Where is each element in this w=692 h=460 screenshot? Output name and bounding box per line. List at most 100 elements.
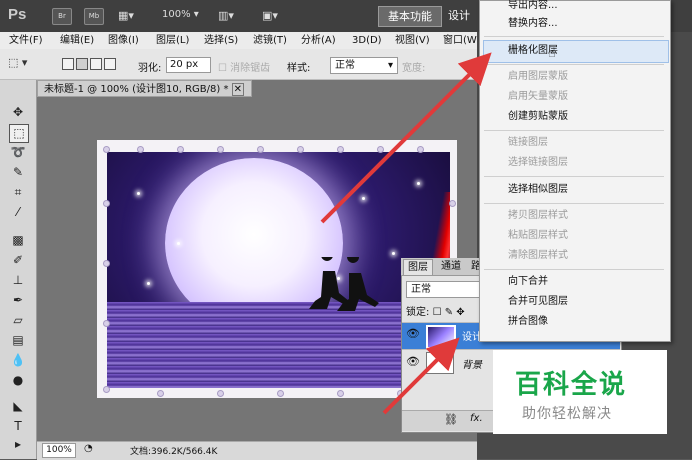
menu-item-select-similar-layers[interactable]: 选择相似图层 [508,183,568,197]
mini-bridge-button[interactable]: Mb [84,8,104,25]
eye-icon[interactable]: 👁 [406,355,420,369]
menu-item-merge-visible[interactable]: 合并可见图层 [508,295,568,309]
bridge-button[interactable]: Br [52,8,72,25]
tab-layers[interactable]: 图层 [403,259,433,275]
menu-image[interactable]: 图像(I) [108,33,139,48]
border-bead [337,146,344,153]
border-bead [103,260,110,267]
menu-item-replace-contents[interactable]: 替换内容... [508,17,558,31]
border-bead [417,146,424,153]
menu-item-copy-layer-style[interactable]: 拷贝图层样式 [508,209,568,223]
menu-item-enable-vector-mask[interactable]: 启用矢量蒙版 [508,90,568,104]
feather-input[interactable]: 20 px [166,57,211,73]
history-brush-tool-icon[interactable]: ✒ [9,292,27,309]
crop-tool-icon[interactable]: ⌗ [9,184,27,201]
zoom-level-value: 100% [162,9,191,20]
new-selection-icon[interactable] [62,58,74,70]
lock-position-icon[interactable]: ✥ [456,307,464,318]
pen-tool-icon[interactable]: ◣ [9,398,27,415]
layer-thumbnail [426,325,456,349]
link-icon[interactable]: ⛓ [444,413,458,426]
eraser-tool-icon[interactable]: ▱ [9,312,27,329]
menu-edit[interactable]: 编辑(E) [60,33,94,48]
fx-icon[interactable]: fx. [470,413,483,424]
workspace-design-button[interactable]: 设计 [448,6,470,25]
menu-item-link-layers[interactable]: 链接图层 [508,136,548,150]
status-zoom-field[interactable]: 100% [42,443,76,458]
workspace-essentials-button[interactable]: 基本功能 [378,6,442,27]
menu-view[interactable]: 视图(V) [395,33,430,48]
watermark-subtitle: 助你轻松解决 [522,406,612,422]
menu-item-create-clipping-mask[interactable]: 创建剪贴蒙版 [508,110,568,124]
gradient-tool-icon[interactable]: ▤ [9,332,27,349]
border-bead [377,146,384,153]
quick-selection-tool-icon[interactable]: ✎ [9,164,27,181]
border-bead [217,390,224,397]
menu-analysis[interactable]: 分析(A) [301,33,336,48]
border-bead [337,390,344,397]
menu-item-export-contents[interactable]: 导出内容... [508,0,558,13]
border-bead [257,146,264,153]
star [392,252,395,255]
move-tool-icon[interactable]: ✥ [9,104,27,121]
marquee-tool-icon[interactable]: ⬚ [9,124,29,143]
view-extras-icon[interactable]: ▦▾ [118,9,134,22]
subtract-selection-icon[interactable] [90,58,102,70]
border-bead [103,320,110,327]
dodge-tool-icon[interactable]: ● [9,372,27,389]
couple-silhouette [309,257,379,311]
star [177,242,180,245]
star [417,182,420,185]
width-label: 宽度: [402,63,426,74]
status-info-icon[interactable]: ◔ [84,443,93,454]
path-selection-tool-icon[interactable]: ▸ [9,436,27,453]
close-icon[interactable]: ✕ [231,83,245,96]
border-bead [277,390,284,397]
blur-tool-icon[interactable]: 💧 [9,352,27,369]
lock-paint-icon[interactable]: ✎ [445,307,453,318]
status-bar [37,441,477,460]
eyedropper-tool-icon[interactable]: ⁄ [9,204,27,221]
menu-item-flatten-image[interactable]: 拼合图像 [508,315,548,329]
menu-separator [484,203,664,204]
type-tool-icon[interactable]: T [9,418,27,435]
menu-select[interactable]: 选择(S) [204,33,238,48]
zoom-level-select[interactable]: 100% ▾ [162,9,199,20]
menu-separator [484,269,664,270]
moonlight-photo [107,152,450,388]
tab-channels[interactable]: 通道 [437,259,465,274]
healing-brush-tool-icon[interactable]: ▩ [9,232,27,249]
clone-stamp-tool-icon[interactable]: ⊥ [9,272,27,289]
style-select[interactable]: 正常 ▾ [330,57,398,74]
menu-item-select-linked-layers[interactable]: 选择链接图层 [508,156,568,170]
antialias-checkbox[interactable]: ☐ 消除锯齿 [218,59,270,74]
intersect-selection-icon[interactable] [104,58,116,70]
eye-icon[interactable]: 👁 [406,327,420,341]
menu-filter[interactable]: 滤镜(T) [253,33,287,48]
brush-tool-icon[interactable]: ✐ [9,252,27,269]
border-bead [217,146,224,153]
menu-item-enable-layer-mask[interactable]: 启用图层蒙版 [508,70,568,84]
screen-mode-icon[interactable]: ▣▾ [262,9,278,22]
menu-item-paste-layer-style[interactable]: 粘贴图层样式 [508,229,568,243]
document-size-info[interactable]: 文档:396.2K/566.4K [130,444,217,457]
menu-window[interactable]: 窗口(W [443,33,477,48]
menu-layer[interactable]: 图层(L) [156,33,189,48]
antialias-label: 消除锯齿 [230,63,271,74]
star [147,282,150,285]
menu-3d[interactable]: 3D(D) [352,33,382,48]
lock-transparency-icon[interactable]: ☐ [433,307,442,318]
lasso-tool-icon[interactable]: ➰ [9,144,27,161]
lock-row: 锁定: ☐ ✎ ✥ [406,303,465,318]
watermark-title: 百科全说 [515,370,628,400]
menu-file[interactable]: 文件(F) [9,33,43,48]
add-to-selection-icon[interactable] [76,58,88,70]
border-bead [297,146,304,153]
document-tab[interactable]: 未标题-1 @ 100% (设计图10, RGB/8) * ✕ [37,80,252,97]
border-bead [103,386,110,393]
menu-item-clear-layer-style[interactable]: 清除图层样式 [508,249,568,263]
arrange-documents-icon[interactable]: ▥▾ [218,9,234,22]
menu-item-merge-down[interactable]: 向下合并 [508,275,548,289]
tool-preset-picker[interactable]: ⬚ ▾ [8,56,42,72]
border-bead [157,390,164,397]
